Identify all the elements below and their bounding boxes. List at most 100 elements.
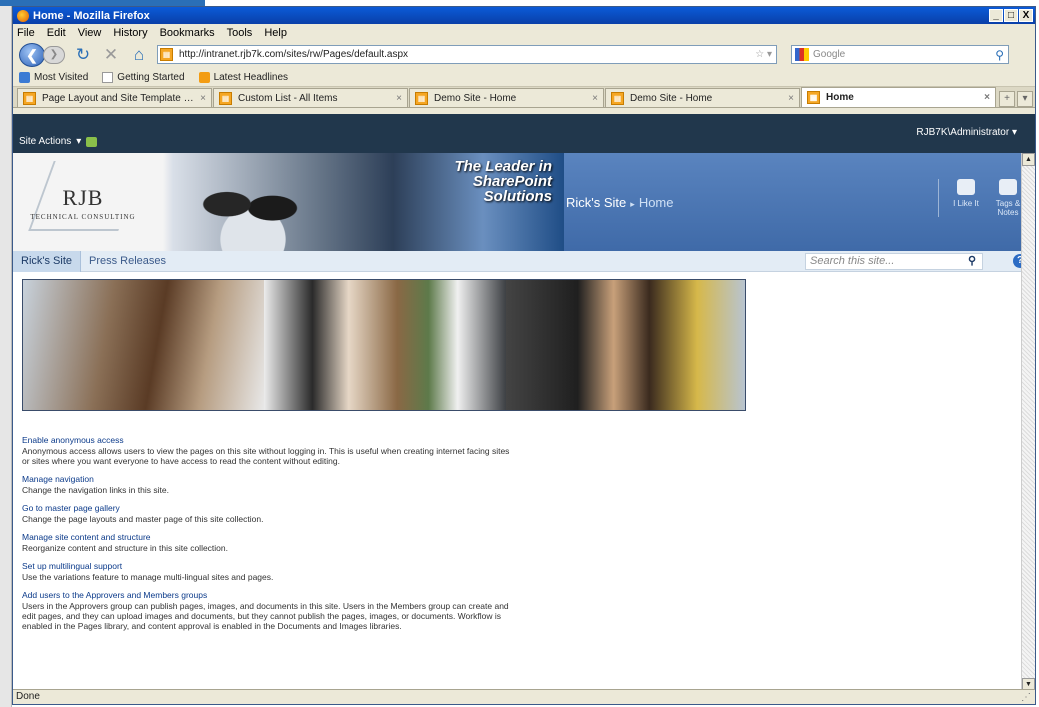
logo-text: RJB	[62, 185, 104, 210]
new-tab-button[interactable]: +	[999, 91, 1015, 107]
tab-favicon: ▦	[415, 91, 428, 105]
home-icon[interactable]: ⌂	[129, 45, 149, 65]
vertical-scrollbar[interactable]: ▲ ▼	[1021, 153, 1035, 691]
menu-view[interactable]: View	[78, 27, 102, 39]
search-bar[interactable]: Google ⚲	[791, 45, 1009, 64]
firefox-window: Home - Mozilla Firefox _ □ X File Edit V…	[12, 6, 1036, 705]
welcome-photo	[22, 279, 746, 411]
close-button[interactable]: X	[1019, 9, 1033, 22]
status-text: Done	[16, 691, 40, 702]
maximize-button[interactable]: □	[1004, 9, 1018, 22]
navigation-toolbar: ❮ ❯ ↻ ✕ ⌂ ▦ http://intranet.rjb7k.com/si…	[13, 41, 1035, 68]
tab-close-icon[interactable]: ×	[200, 93, 206, 104]
manage-site-content-link[interactable]: Manage site content and structure	[22, 532, 517, 543]
tab-close-icon[interactable]: ×	[592, 93, 598, 104]
bookmark-label: Latest Headlines	[213, 71, 289, 83]
tab-home[interactable]: ▦ Home ×	[801, 87, 996, 107]
tagline-line: The Leader in	[454, 158, 552, 175]
social-actions: I Like It Tags & Notes	[938, 179, 1025, 217]
desktop-background	[0, 0, 205, 707]
bookmarks-toolbar: Most Visited Getting Started Latest Head…	[13, 68, 1035, 87]
menu-tools[interactable]: Tools	[227, 27, 253, 39]
url-bar[interactable]: ▦ http://intranet.rjb7k.com/sites/rw/Pag…	[157, 45, 777, 64]
link-item: Add users to the Approvers and Members g…	[22, 590, 517, 631]
user-name: RJB7K\Administrator	[916, 127, 1010, 138]
menu-bookmarks[interactable]: Bookmarks	[160, 27, 215, 39]
add-users-link[interactable]: Add users to the Approvers and Members g…	[22, 590, 517, 601]
tab-label: Page Layout and Site Template Settin...	[42, 92, 196, 104]
tab-custom-list[interactable]: ▦ Custom List - All Items ×	[213, 88, 408, 107]
bookmark-latest-headlines[interactable]: Latest Headlines	[198, 71, 289, 83]
menu-edit[interactable]: Edit	[47, 27, 66, 39]
site-favicon: ▦	[160, 48, 173, 61]
enable-anonymous-access-link[interactable]: Enable anonymous access	[22, 435, 517, 446]
status-bar: Done ⋰	[13, 689, 1035, 704]
edit-page-icon[interactable]	[86, 136, 98, 147]
i-like-it-button[interactable]: I Like It	[949, 179, 983, 217]
bookmark-label: Most Visited	[34, 71, 89, 83]
tab-demo-site-2[interactable]: ▦ Demo Site - Home ×	[605, 88, 800, 107]
stop-icon[interactable]: ✕	[101, 45, 121, 65]
reload-icon[interactable]: ↻	[73, 45, 93, 65]
multilingual-support-link[interactable]: Set up multilingual support	[22, 561, 517, 572]
search-icon[interactable]: ⚲	[995, 48, 1004, 62]
company-logo[interactable]: RJB TECHNICAL CONSULTING	[23, 185, 143, 221]
link-item: Enable anonymous access Anonymous access …	[22, 435, 517, 466]
tab-page-layout[interactable]: ▦ Page Layout and Site Template Settin...…	[17, 88, 212, 107]
link-description: Change the page layouts and master page …	[22, 514, 264, 524]
tab-favicon: ▦	[23, 91, 36, 105]
tags-notes-button[interactable]: Tags & Notes	[991, 179, 1025, 217]
tab-close-icon[interactable]: ×	[396, 93, 402, 104]
back-button[interactable]: ❮	[19, 42, 45, 67]
tab-favicon: ▦	[219, 91, 232, 105]
link-description: Anonymous access allows users to view th…	[22, 446, 510, 466]
tag-icon	[999, 179, 1017, 195]
bookmark-getting-started[interactable]: Getting Started	[102, 71, 185, 83]
rss-icon	[198, 71, 210, 83]
tab-close-icon[interactable]: ×	[788, 93, 794, 104]
photo-panel	[264, 280, 506, 410]
menu-help[interactable]: Help	[264, 27, 287, 39]
master-page-gallery-link[interactable]: Go to master page gallery	[22, 503, 517, 514]
getting-started-links: Enable anonymous access Anonymous access …	[22, 435, 517, 631]
search-placeholder: Google	[813, 49, 846, 60]
top-navigation: Rick's Site Press Releases Search this s…	[13, 250, 1035, 272]
nav-ricks-site[interactable]: Rick's Site	[13, 250, 81, 272]
breadcrumb-site[interactable]: Rick's Site	[566, 195, 626, 210]
site-search-placeholder: Search this site...	[810, 255, 895, 267]
search-icon[interactable]: ⚲	[968, 254, 976, 269]
banner-tagline: The Leader in SharePoint Solutions	[454, 159, 552, 204]
logo-subtext: TECHNICAL CONSULTING	[30, 213, 136, 221]
tab-label: Demo Site - Home	[434, 92, 517, 104]
scroll-up-button[interactable]: ▲	[1022, 153, 1035, 166]
nav-press-releases[interactable]: Press Releases	[81, 251, 174, 272]
tab-list-button[interactable]: ▾	[1017, 91, 1033, 107]
manage-navigation-link[interactable]: Manage navigation	[22, 474, 517, 485]
window-controls: _ □ X	[989, 9, 1033, 22]
chevron-down-icon: ▾	[76, 136, 82, 147]
site-actions-menu[interactable]: Site Actions ▾	[19, 136, 98, 147]
tab-label: Demo Site - Home	[630, 92, 713, 104]
bookmark-label: Getting Started	[117, 71, 185, 83]
tab-close-icon[interactable]: ×	[984, 92, 990, 103]
bookmark-most-visited[interactable]: Most Visited	[19, 71, 89, 83]
social-label: Tags & Notes	[995, 199, 1021, 217]
forward-button[interactable]: ❯	[43, 45, 65, 64]
tab-demo-site-1[interactable]: ▦ Demo Site - Home ×	[409, 88, 604, 107]
site-banner: RJB TECHNICAL CONSULTING The Leader in S…	[13, 153, 1035, 251]
bookmark-star-icon[interactable]: ☆ ▾	[755, 49, 772, 60]
menu-file[interactable]: File	[17, 27, 35, 39]
link-item: Manage site content and structure Reorgan…	[22, 532, 517, 553]
tab-label: Home	[826, 92, 854, 103]
banner-image: RJB TECHNICAL CONSULTING The Leader in S…	[13, 153, 564, 251]
google-engine-icon[interactable]	[795, 48, 809, 61]
url-text: http://intranet.rjb7k.com/sites/rw/Pages…	[179, 49, 408, 60]
chevron-down-icon: ▾	[1011, 127, 1017, 138]
user-menu[interactable]: RJB7K\Administrator ▾	[916, 127, 1017, 138]
title-bar: Home - Mozilla Firefox _ □ X	[13, 7, 1035, 24]
resize-grip-icon[interactable]: ⋰	[1021, 691, 1031, 704]
link-item: Go to master page gallery Change the page…	[22, 503, 517, 524]
minimize-button[interactable]: _	[989, 9, 1003, 22]
site-search-input[interactable]: Search this site... ⚲	[805, 253, 983, 270]
menu-history[interactable]: History	[113, 27, 147, 39]
